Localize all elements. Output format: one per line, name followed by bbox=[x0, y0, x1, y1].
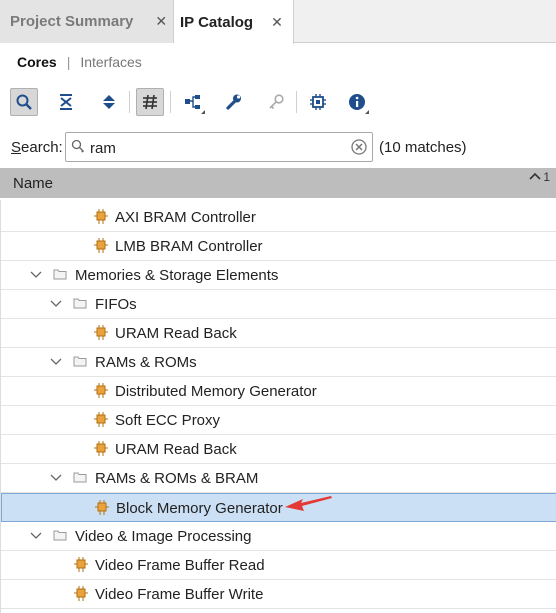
tab-label: Project Summary bbox=[10, 13, 134, 30]
folder-icon bbox=[73, 354, 87, 373]
ip-core-icon bbox=[74, 557, 88, 578]
tree-core-label: Video Frame Buffer Read bbox=[95, 557, 265, 574]
sort-indicator: 1 bbox=[529, 170, 550, 184]
tree-core-label: LMB BRAM Controller bbox=[115, 238, 263, 255]
chevron-down-icon[interactable] bbox=[50, 296, 62, 315]
search-row: Search: (10 matches) bbox=[0, 130, 556, 166]
ip-settings-button[interactable] bbox=[304, 88, 332, 116]
match-count: (10 matches) bbox=[379, 139, 467, 156]
ip-core-icon bbox=[95, 500, 109, 521]
chevron-down-icon[interactable] bbox=[30, 528, 42, 547]
tree-core-row[interactable]: Video Frame Buffer Read bbox=[1, 551, 556, 580]
ip-core-icon bbox=[94, 238, 108, 259]
tree-core-label: Block Memory Generator bbox=[116, 500, 283, 517]
subtab-interfaces[interactable]: Interfaces bbox=[80, 54, 141, 70]
filter-icon bbox=[143, 94, 157, 110]
column-header-label: Name bbox=[13, 175, 54, 192]
tree-folder-row[interactable]: Video & Image Processing bbox=[1, 522, 556, 551]
tree-folder-label: RAMs & ROMs & BRAM bbox=[95, 470, 259, 487]
toolbar-divider bbox=[129, 91, 130, 113]
collapse-all-icon bbox=[60, 94, 72, 110]
tab-bar: Project Summary ✕ IP Catalog ✕ bbox=[0, 0, 556, 44]
tree-folder-label: RAMs & ROMs bbox=[95, 354, 197, 371]
info-icon bbox=[349, 94, 365, 110]
expand-all-icon bbox=[103, 95, 115, 109]
tree-folder-row[interactable]: FIFOs bbox=[1, 290, 556, 319]
search-input[interactable] bbox=[88, 136, 352, 160]
column-header-name[interactable]: Name 1 bbox=[0, 168, 556, 198]
tree-core-row[interactable]: Block Memory Generator bbox=[1, 493, 556, 522]
search-button[interactable] bbox=[10, 88, 38, 116]
clear-search-icon[interactable] bbox=[351, 139, 367, 160]
tree-core-row[interactable]: LMB BRAM Controller bbox=[1, 232, 556, 261]
subtab-bar: Cores | Interfaces bbox=[0, 43, 556, 81]
filter-button[interactable] bbox=[136, 88, 164, 116]
search-box[interactable] bbox=[65, 132, 373, 162]
tree-core-row[interactable]: URAM Read Back bbox=[1, 435, 556, 464]
toolbar-divider bbox=[170, 91, 171, 113]
tree-core-row[interactable]: Soft ECC Proxy bbox=[1, 406, 556, 435]
tree-core-label: URAM Read Back bbox=[115, 325, 237, 342]
tree-core-label: Distributed Memory Generator bbox=[115, 383, 317, 400]
search-icon bbox=[71, 139, 85, 158]
customize-ip-button[interactable] bbox=[220, 88, 248, 116]
tree-folder-label: FIFOs bbox=[95, 296, 137, 313]
folder-icon bbox=[73, 296, 87, 315]
folder-icon bbox=[53, 267, 67, 286]
tab-project-summary[interactable]: Project Summary ✕ bbox=[0, 0, 174, 43]
tree-core-row[interactable]: URAM Read Back bbox=[1, 319, 556, 348]
tree-core-label: Soft ECC Proxy bbox=[115, 412, 221, 429]
sort-ascending-icon bbox=[529, 172, 541, 180]
ip-core-icon bbox=[94, 209, 108, 230]
tab-ip-catalog[interactable]: IP Catalog ✕ bbox=[174, 0, 294, 44]
wrench-icon bbox=[226, 94, 241, 110]
hierarchy-button[interactable] bbox=[179, 88, 207, 116]
ip-core-icon bbox=[94, 412, 108, 433]
license-button[interactable] bbox=[262, 88, 290, 116]
subtab-cores[interactable]: Cores bbox=[17, 54, 57, 70]
ip-core-icon bbox=[74, 586, 88, 607]
tree-core-row[interactable]: AXI BRAM Controller bbox=[1, 203, 556, 232]
chevron-down-icon[interactable] bbox=[50, 470, 62, 489]
tree-core-label: URAM Read Back bbox=[115, 441, 237, 458]
ip-details-button[interactable] bbox=[343, 88, 371, 116]
chevron-down-icon[interactable] bbox=[50, 354, 62, 373]
ip-tree: AXI BRAM Controller LMB BRAM Controller Me… bbox=[0, 200, 556, 613]
tree-core-row[interactable]: Distributed Memory Generator bbox=[1, 377, 556, 406]
ip-core-icon bbox=[94, 441, 108, 462]
expand-all-button[interactable] bbox=[95, 88, 123, 116]
close-icon[interactable]: ✕ bbox=[271, 14, 283, 31]
search-icon bbox=[16, 94, 32, 110]
tree-folder-row[interactable]: RAMs & ROMs & BRAM bbox=[1, 464, 556, 493]
annotation-arrow bbox=[285, 496, 332, 511]
key-icon bbox=[269, 94, 284, 110]
folder-icon bbox=[53, 528, 67, 547]
tree-folder-label: Memories & Storage Elements bbox=[75, 267, 279, 284]
tree-folder-row[interactable]: RAMs & ROMs bbox=[1, 348, 556, 377]
ip-core-icon bbox=[94, 325, 108, 346]
tree-core-label: Video Frame Buffer Write bbox=[95, 586, 264, 603]
tab-label: IP Catalog bbox=[180, 13, 254, 31]
hierarchy-icon bbox=[185, 95, 200, 109]
close-icon[interactable]: ✕ bbox=[155, 13, 167, 30]
toolbar bbox=[0, 83, 556, 121]
collapse-all-button[interactable] bbox=[52, 88, 80, 116]
toolbar-divider bbox=[296, 91, 297, 113]
tree-folder-row[interactable]: Memories & Storage Elements bbox=[1, 261, 556, 290]
tree-core-row[interactable]: Video Frame Buffer Write bbox=[1, 580, 556, 609]
ip-core-icon bbox=[94, 383, 108, 404]
search-label: Search: bbox=[11, 139, 63, 156]
chevron-down-icon[interactable] bbox=[30, 267, 42, 286]
subtab-divider: | bbox=[66, 54, 71, 70]
chip-icon bbox=[310, 94, 326, 110]
folder-icon bbox=[73, 470, 87, 489]
tree-core-label: AXI BRAM Controller bbox=[115, 209, 256, 226]
tree-folder-label: Video & Image Processing bbox=[75, 528, 252, 545]
